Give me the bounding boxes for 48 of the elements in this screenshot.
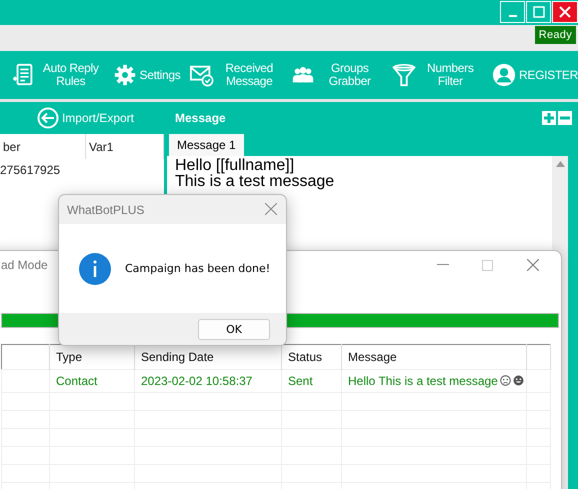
dialog-message: Campaign has been done! [125, 262, 270, 275]
minimize-button[interactable] [500, 1, 525, 23]
close-icon [559, 6, 571, 18]
toolbar-button[interactable]: Groups Grabber [291, 62, 382, 88]
toolbar-button[interactable]: Numbers Filter [392, 62, 482, 88]
minimize-icon [436, 264, 448, 266]
plus-icon [544, 113, 554, 123]
close-button[interactable] [264, 202, 278, 216]
panel-title: Message [175, 111, 226, 125]
smiley-icon [512, 375, 524, 386]
toolbar-button[interactable]: REGISTER [492, 63, 578, 87]
message-text[interactable]: Hello [[fullname]] This is a test message [175, 158, 334, 190]
window-title: ad Mode [1, 258, 48, 272]
table-cell: Hello This is a test message [342, 370, 526, 392]
mail-check-icon [190, 63, 214, 87]
message-tab[interactable]: Message 1 [169, 134, 244, 156]
column-header: Sending Date [134, 344, 282, 370]
maximize-icon [532, 6, 544, 18]
scroll-up-icon[interactable] [556, 161, 564, 167]
remove-button[interactable] [558, 111, 572, 125]
column-header: ber [0, 134, 86, 159]
table-cell: Contact [50, 370, 134, 392]
funnel-icon [392, 63, 416, 87]
ok-button[interactable]: OK [198, 318, 270, 340]
column-header: Status [282, 344, 342, 370]
close-icon [526, 259, 538, 271]
dialog-title: WhatBotPLUS [67, 202, 144, 216]
table-cell: 2023-02-02 10:58:37 [134, 370, 282, 392]
sad-face-icon [500, 375, 511, 386]
arrow-left-icon [36, 107, 59, 129]
table-cell-text: 275617925 [0, 162, 62, 179]
column-header: Var1 [86, 134, 164, 159]
close-icon [265, 202, 277, 214]
maximize-button[interactable] [526, 1, 551, 23]
column-header: Type [50, 344, 134, 370]
maximize-icon [482, 260, 493, 270]
status-badge: Ready [534, 26, 576, 44]
add-button[interactable] [542, 111, 556, 125]
close-button[interactable] [552, 1, 578, 23]
minimize-icon [508, 15, 516, 17]
table-cell: Sent [282, 370, 342, 392]
settings-icon [112, 63, 137, 87]
toolbar-button[interactable]: Settings [112, 63, 180, 87]
user-icon [492, 63, 516, 87]
column-header: Message [342, 344, 526, 370]
toolbar-button[interactable]: Received Message [190, 62, 281, 88]
info-icon [79, 252, 111, 284]
toolbar-button[interactable]: Auto Reply Rules [12, 62, 103, 88]
